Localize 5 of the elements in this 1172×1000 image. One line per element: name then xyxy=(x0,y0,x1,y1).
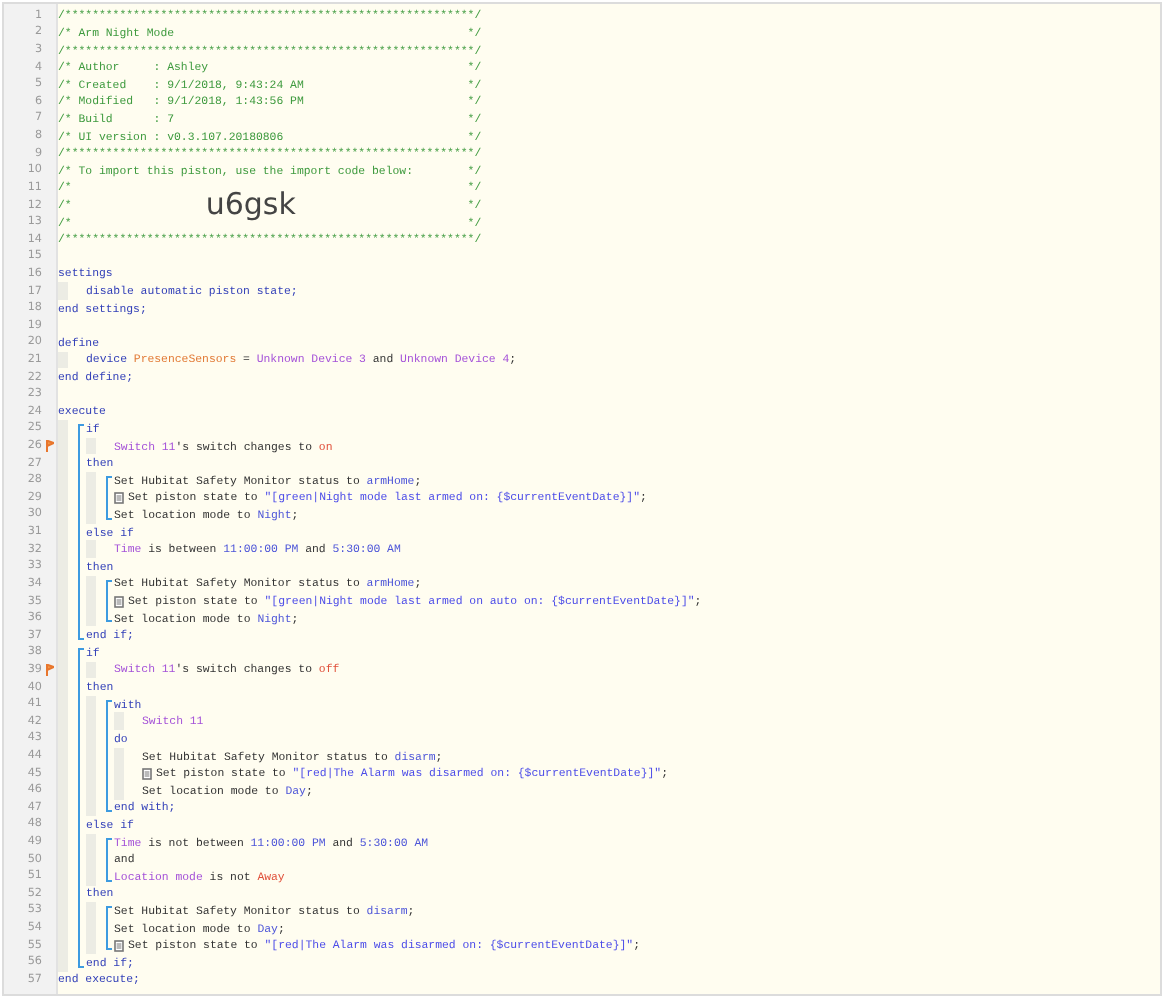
document-icon xyxy=(142,767,152,780)
document-icon xyxy=(114,595,124,608)
import-code: u6gsk xyxy=(205,188,296,223)
document-icon xyxy=(114,491,124,504)
document-icon xyxy=(114,939,124,952)
